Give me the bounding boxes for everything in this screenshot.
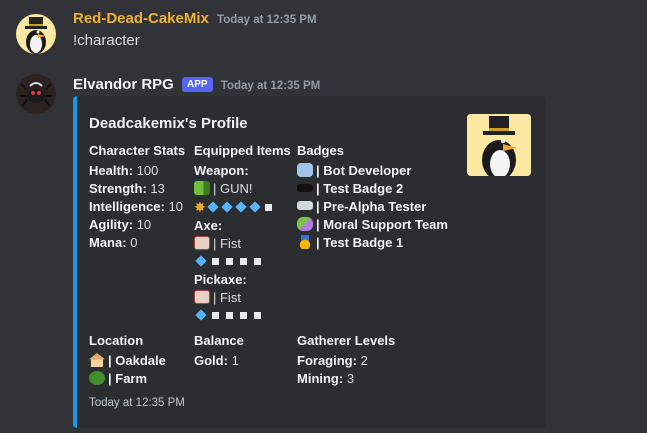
stat-row-mana: Mana: 0 bbox=[89, 235, 138, 250]
gatherer-row-mining: Mining: 3 bbox=[297, 371, 355, 386]
badge-item: | Test Badge 2 bbox=[297, 180, 467, 198]
fist-icon bbox=[194, 290, 210, 304]
pickaxe-item: | Fist bbox=[194, 289, 297, 307]
sun-icon: ✸ bbox=[194, 199, 206, 215]
diamond-icon bbox=[207, 201, 219, 213]
badge-item: | Pre-Alpha Tester bbox=[297, 198, 467, 216]
badges-field: Badges | Bot Developer | Test Badge 2 | … bbox=[297, 142, 467, 252]
empty-slot-icon bbox=[253, 312, 261, 319]
bot-avatar[interactable] bbox=[16, 74, 56, 114]
message-text: !character bbox=[73, 32, 140, 49]
location-field: Location | Oakdale | Farm bbox=[89, 332, 194, 388]
stat-row-strength: Strength: 13 bbox=[89, 181, 165, 196]
embed-title: Deadcakemix's Profile bbox=[89, 115, 248, 132]
empty-slot-icon bbox=[225, 258, 233, 265]
gold-row: Gold: 1 bbox=[194, 353, 239, 368]
gatherer-levels-field: Gatherer Levels Foraging: 2 Mining: 3 bbox=[297, 332, 467, 388]
stat-row-health: Health: 100 bbox=[89, 163, 159, 178]
weapon-upgrade-bar: ✸ bbox=[194, 198, 297, 217]
user-avatar[interactable] bbox=[16, 14, 56, 54]
balance-field: Balance Gold: 1 bbox=[194, 332, 297, 370]
embed-thumbnail[interactable] bbox=[467, 114, 531, 176]
app-badge: APP bbox=[182, 77, 213, 92]
embed-footer-timestamp: Today at 12:35 PM bbox=[89, 397, 185, 409]
empty-slot-icon bbox=[239, 258, 247, 265]
diamond-icon bbox=[221, 201, 233, 213]
pickaxe-upgrade-bar bbox=[194, 307, 297, 325]
empty-slot-icon bbox=[211, 258, 219, 265]
theater-masks-icon bbox=[297, 217, 313, 231]
diamond-icon bbox=[235, 201, 247, 213]
badge-item: | Moral Support Team bbox=[297, 216, 467, 234]
profile-embed: Deadcakemix's Profile Character Stats He… bbox=[73, 96, 546, 428]
field-heading: Balance bbox=[194, 333, 244, 348]
timestamp: Today at 12:35 PM bbox=[217, 14, 317, 26]
axe-upgrade-bar bbox=[194, 253, 297, 271]
empty-slot-icon bbox=[211, 312, 219, 319]
empty-slot-icon bbox=[253, 258, 261, 265]
location-item: | Oakdale bbox=[89, 352, 194, 370]
empty-slot-icon bbox=[265, 204, 273, 211]
diamond-icon bbox=[195, 309, 207, 321]
house-icon bbox=[89, 353, 105, 367]
fist-icon bbox=[194, 236, 210, 250]
location-item: | Farm bbox=[89, 370, 194, 388]
field-heading: Location bbox=[89, 333, 144, 348]
bush-icon bbox=[89, 371, 105, 385]
weapon-label: Weapon: bbox=[194, 163, 249, 178]
gun-icon bbox=[194, 181, 210, 195]
glasses-icon bbox=[297, 184, 313, 192]
empty-slot-icon bbox=[239, 312, 247, 319]
field-heading: Gatherer Levels bbox=[297, 333, 396, 348]
gatherer-row-foraging: Foraging: 2 bbox=[297, 353, 368, 368]
equipped-items-field: Equipped Items Weapon: | GUN! ✸ Axe: | F… bbox=[194, 142, 297, 325]
diamond-icon bbox=[249, 201, 261, 213]
username[interactable]: Red-Dead-CakeMix bbox=[73, 10, 209, 27]
robot-icon bbox=[297, 163, 313, 177]
character-stats-field: Character Stats Health: 100 Strength: 13… bbox=[89, 142, 194, 252]
field-heading: Badges bbox=[297, 143, 344, 158]
field-heading: Equipped Items bbox=[194, 143, 291, 158]
axe-label: Axe: bbox=[194, 218, 223, 233]
diamond-icon bbox=[195, 255, 207, 267]
goggles-icon bbox=[297, 201, 313, 210]
badge-item: | Bot Developer bbox=[297, 162, 467, 180]
weapon-item: | GUN! bbox=[194, 180, 297, 198]
stat-row-agility: Agility: 10 bbox=[89, 217, 152, 232]
medal-icon bbox=[297, 235, 313, 249]
axe-item: | Fist bbox=[194, 235, 297, 253]
field-heading: Character Stats bbox=[89, 143, 186, 158]
empty-slot-icon bbox=[225, 312, 233, 319]
username[interactable]: Elvandor RPG bbox=[73, 76, 174, 93]
stat-row-intelligence: Intelligence: 10 bbox=[89, 199, 183, 214]
timestamp: Today at 12:35 PM bbox=[220, 80, 321, 92]
badge-item: | Test Badge 1 bbox=[297, 234, 467, 252]
pickaxe-label: Pickaxe: bbox=[194, 272, 247, 287]
